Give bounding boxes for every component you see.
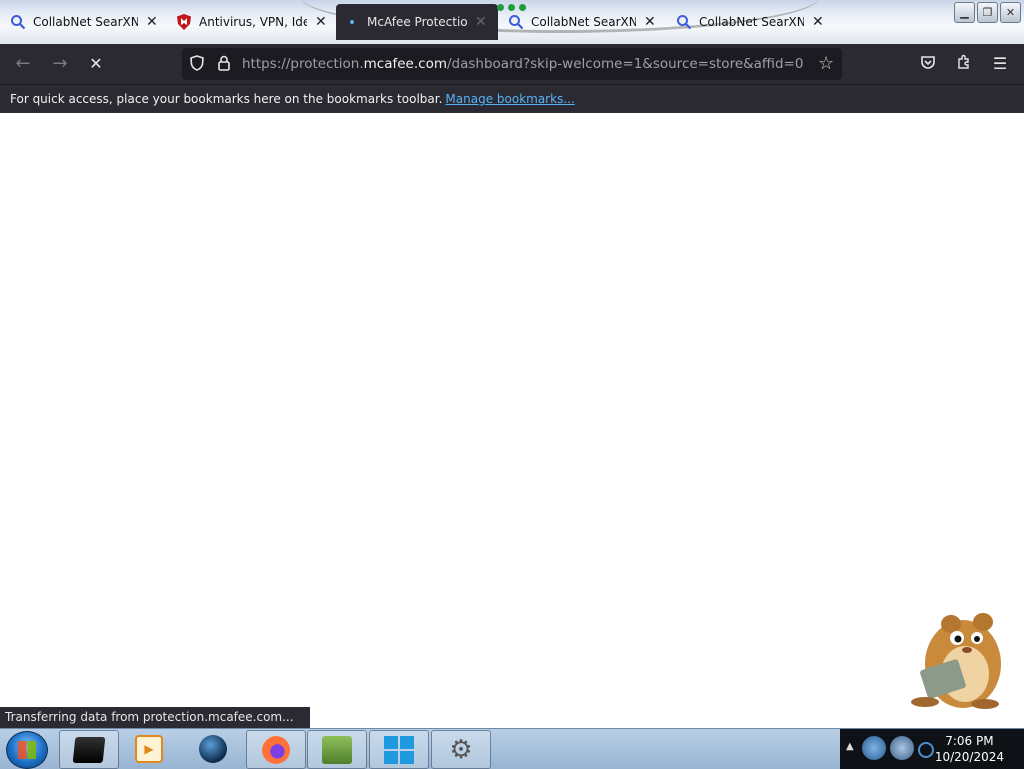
close-icon[interactable]: ✕ (475, 14, 487, 30)
close-window-button[interactable]: ✕ (1000, 2, 1021, 23)
close-icon[interactable]: ✕ (812, 14, 824, 30)
url-text[interactable]: https://protection.mcafee.com/dashboard?… (242, 56, 803, 72)
minimize-button[interactable]: ▁ (954, 2, 975, 23)
box-game-icon (322, 735, 352, 764)
tab-mcafee-protection[interactable]: McAfee Protection ✕ (336, 4, 498, 40)
url-suffix: /dashboard?skip-welcome=1&source=store&a… (447, 56, 804, 72)
tab-antivirus[interactable]: Antivirus, VPN, Ident ✕ (168, 4, 328, 40)
clock-time: 7:06 PM (945, 734, 994, 748)
page-content (0, 113, 1024, 728)
taskbar-app-media[interactable]: ▶ (120, 730, 178, 767)
url-domain: mcafee.com (363, 56, 447, 72)
tab-label: CollabNet SearXNG (33, 15, 138, 29)
stop-loading-button[interactable]: ✕ (86, 54, 106, 74)
terminal-icon (72, 736, 106, 763)
extensions-icon[interactable] (954, 54, 974, 74)
pocket-icon[interactable] (918, 54, 938, 74)
start-button[interactable] (6, 731, 48, 769)
firefox-icon (262, 735, 290, 764)
navigation-toolbar: ← → ✕ https://protection.mcafee.com/dash… (0, 44, 1024, 84)
display-icon[interactable] (890, 736, 914, 760)
taskbar-app-settings[interactable]: ⚙ (431, 730, 491, 769)
bookmarks-hint: For quick access, place your bookmarks h… (10, 92, 575, 106)
tab-label: CollabNet SearXNG (531, 15, 636, 29)
windows-logo-icon (384, 735, 414, 764)
window-controls: ▁ ❐ ✕ (954, 2, 1021, 23)
clock-date: 10/20/2024 (934, 750, 1004, 764)
taskbar-app-globe[interactable] (184, 730, 242, 767)
network-icon[interactable] (862, 736, 886, 760)
search-icon (508, 14, 524, 30)
manage-bookmarks-link[interactable]: Manage bookmarks... (445, 92, 574, 106)
taskbar-app-windows[interactable] (369, 730, 429, 769)
search-icon (10, 14, 26, 30)
mcafee-shield-icon (176, 14, 192, 30)
volume-icon[interactable] (918, 742, 934, 758)
tab-label: CollabNet SearXNG (699, 15, 804, 29)
bookmarks-toolbar: For quick access, place your bookmarks h… (0, 84, 1024, 114)
globe-icon (199, 734, 227, 763)
status-bar: Transferring data from protection.mcafee… (0, 707, 310, 728)
bookmarks-message: For quick access, place your bookmarks h… (10, 92, 443, 106)
loading-dot-icon (344, 14, 360, 30)
hamster-mascot (905, 602, 1015, 712)
search-icon (676, 14, 692, 30)
tracking-shield-icon[interactable] (190, 55, 204, 75)
forward-button[interactable]: → (50, 54, 70, 74)
close-icon[interactable]: ✕ (146, 14, 158, 30)
system-tray: ▲ 7:06 PM 10/20/2024 (840, 729, 1024, 769)
lock-icon[interactable] (218, 55, 230, 75)
clock[interactable]: 7:06 PM 10/20/2024 (935, 733, 1004, 765)
taskbar-app-firefox[interactable] (246, 730, 306, 769)
taskbar-app-terminal[interactable] (59, 730, 119, 769)
decorative-dots (497, 4, 526, 11)
tab-collabnet-searxng-1[interactable]: CollabNet SearXNG ✕ (2, 4, 162, 40)
url-prefix: https://protection. (242, 56, 364, 72)
taskbar: ▶ ⚙ ▲ 7:06 PM 10/20/2024 (0, 728, 1024, 769)
tab-collabnet-searxng-3[interactable]: CollabNet SearXNG ✕ (668, 4, 828, 40)
bookmark-star-icon[interactable]: ☆ (818, 53, 834, 74)
back-button[interactable]: ← (13, 54, 33, 74)
chevron-up-icon[interactable]: ▲ (846, 741, 854, 752)
media-player-icon: ▶ (135, 734, 163, 763)
url-bar[interactable]: https://protection.mcafee.com/dashboard?… (182, 48, 842, 80)
restore-button[interactable]: ❐ (977, 2, 998, 23)
taskbar-app-box[interactable] (307, 730, 367, 769)
menu-icon[interactable]: ☰ (990, 54, 1010, 74)
close-icon[interactable]: ✕ (644, 14, 656, 30)
tab-label: McAfee Protection (367, 15, 467, 29)
tab-label: Antivirus, VPN, Ident (199, 15, 307, 29)
tab-strip: CollabNet SearXNG ✕ Antivirus, VPN, Iden… (0, 0, 1024, 44)
close-icon[interactable]: ✕ (315, 14, 327, 30)
gear-icon: ⚙ (449, 734, 473, 765)
